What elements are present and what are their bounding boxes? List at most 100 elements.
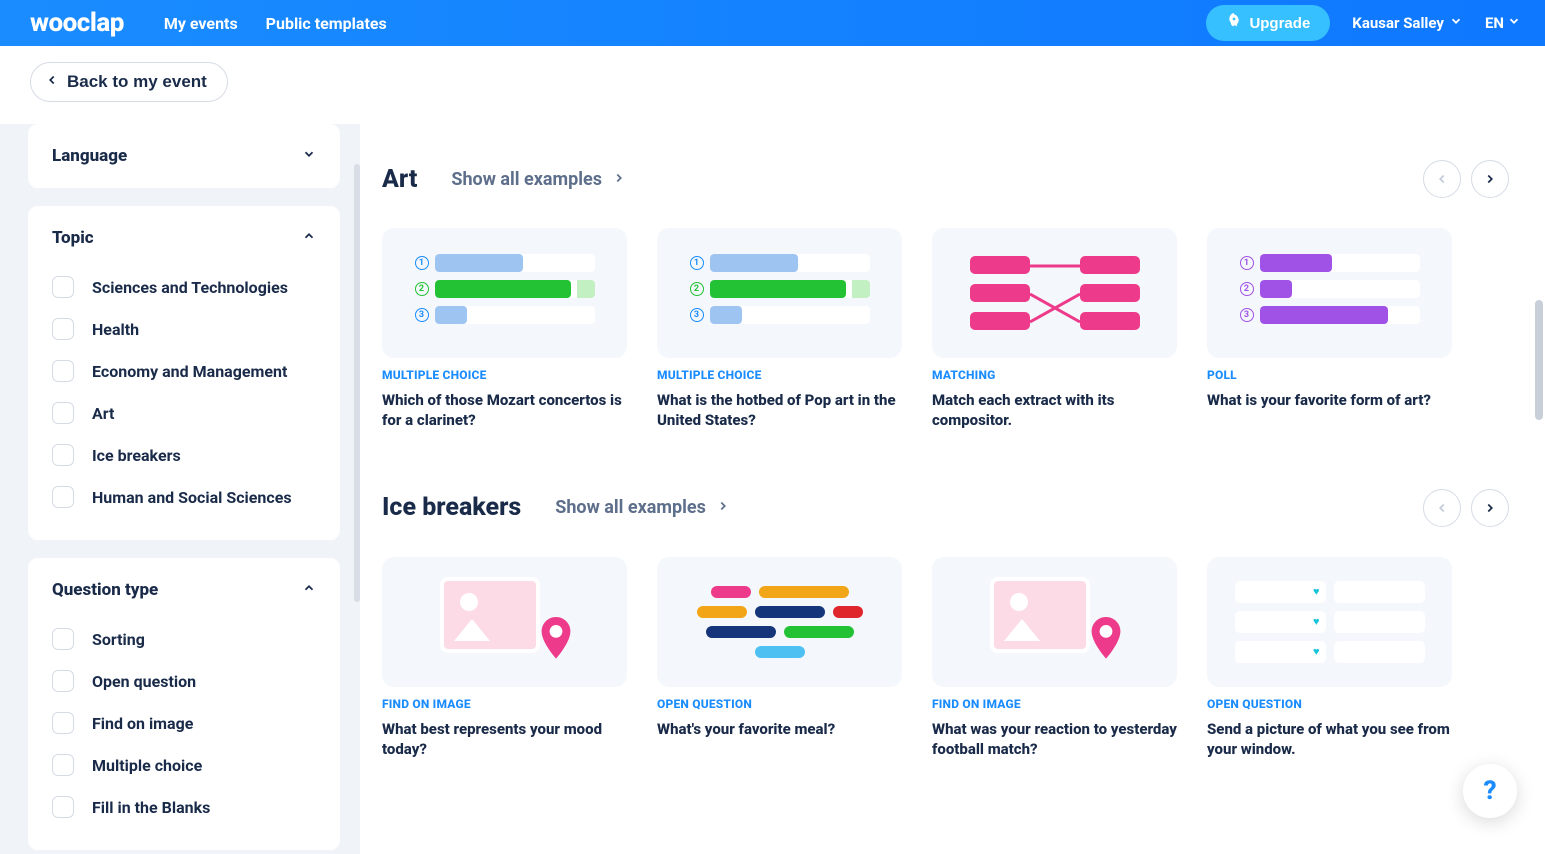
checkbox[interactable]	[52, 486, 74, 508]
help-button[interactable]: ?	[1463, 764, 1517, 818]
qtype-option[interactable]: Sorting	[52, 618, 316, 660]
template-card[interactable]: FIND ON IMAGE What best represents your …	[382, 557, 627, 760]
panel-question-type: Question type Sorting Open question Find…	[28, 558, 340, 850]
checkbox[interactable]	[52, 754, 74, 776]
panel-header-language[interactable]: Language	[52, 146, 316, 166]
section-title: Ice breakers	[382, 493, 521, 522]
card-tag: MULTIPLE CHOICE	[657, 368, 902, 382]
main: Language Topic Sciences and Technologies…	[0, 124, 1545, 854]
topic-option[interactable]: Human and Social Sciences	[52, 476, 316, 518]
checkbox[interactable]	[52, 670, 74, 692]
card-tag: MULTIPLE CHOICE	[382, 368, 627, 382]
chevron-up-icon	[302, 228, 316, 248]
checkbox[interactable]	[52, 276, 74, 298]
template-card[interactable]: MATCHING Match each extract with its com…	[932, 228, 1177, 431]
section-title: Art	[382, 165, 417, 194]
chevron-up-icon	[302, 580, 316, 600]
card-title: Send a picture of what you see from your…	[1207, 719, 1452, 760]
template-card[interactable]: ♥ ♥ ♥ OPEN QUESTION Send a picture of wh…	[1207, 557, 1452, 760]
card-title: What was your reaction to yesterday foot…	[932, 719, 1177, 760]
template-card[interactable]: FIND ON IMAGE What was your reaction to …	[932, 557, 1177, 760]
nav-public-templates[interactable]: Public templates	[266, 14, 387, 33]
panel-body-question-type: Sorting Open question Find on image Mult…	[52, 618, 316, 828]
topic-option[interactable]: Ice breakers	[52, 434, 316, 476]
panel-title: Topic	[52, 228, 94, 248]
card-thumb-find-on-image	[932, 557, 1177, 687]
carousel-nav	[1423, 160, 1509, 198]
card-thumb-multiple-choice: 1 2 3	[657, 228, 902, 358]
checkbox[interactable]	[52, 444, 74, 466]
back-row: Back to my event	[0, 46, 1545, 124]
card-row-art: 1 2 3 MULTIPLE CHOICE Which of those Moz…	[382, 228, 1509, 431]
template-card[interactable]: 1 2 3 MULTIPLE CHOICE What is the hotbed…	[657, 228, 902, 431]
card-row-ice-breakers: FIND ON IMAGE What best represents your …	[382, 557, 1509, 760]
topic-label: Sciences and Technologies	[92, 278, 288, 297]
panel-title: Question type	[52, 580, 158, 600]
qtype-label: Open question	[92, 672, 196, 691]
card-tag: FIND ON IMAGE	[382, 697, 627, 711]
card-thumb-multiple-choice: 1 2 3	[382, 228, 627, 358]
panel-title: Language	[52, 146, 127, 166]
card-title: Which of those Mozart concertos is for a…	[382, 390, 627, 431]
topic-option[interactable]: Sciences and Technologies	[52, 266, 316, 308]
checkbox[interactable]	[52, 360, 74, 382]
qtype-option[interactable]: Open question	[52, 660, 316, 702]
topic-option[interactable]: Economy and Management	[52, 350, 316, 392]
heart-icon: ♥	[1313, 585, 1320, 598]
upgrade-button[interactable]: Upgrade	[1206, 5, 1330, 41]
card-title: What best represents your mood today?	[382, 719, 627, 760]
card-thumb-poll: 1 2 3	[1207, 228, 1452, 358]
carousel-next-button[interactable]	[1471, 160, 1509, 198]
show-all-link[interactable]: Show all examples	[555, 497, 730, 518]
qtype-option[interactable]: Multiple choice	[52, 744, 316, 786]
card-thumb-find-on-image	[382, 557, 627, 687]
nav-my-events[interactable]: My events	[164, 14, 238, 33]
user-menu[interactable]: Kausar Salley	[1352, 14, 1463, 32]
content-scrollbar[interactable]	[1535, 300, 1543, 420]
chevron-left-icon	[45, 72, 59, 92]
card-tag: POLL	[1207, 368, 1452, 382]
card-tag: OPEN QUESTION	[657, 697, 902, 711]
panel-header-topic[interactable]: Topic	[52, 228, 316, 248]
language-menu[interactable]: EN	[1485, 14, 1521, 32]
panel-body-topic: Sciences and Technologies Health Economy…	[52, 266, 316, 518]
topic-option[interactable]: Health	[52, 308, 316, 350]
template-card[interactable]: OPEN QUESTION What's your favorite meal?	[657, 557, 902, 760]
checkbox[interactable]	[52, 712, 74, 734]
section-head-art: Art Show all examples	[382, 160, 1509, 198]
carousel-next-button[interactable]	[1471, 489, 1509, 527]
qtype-option[interactable]: Fill in the Blanks	[52, 786, 316, 828]
qtype-label: Multiple choice	[92, 756, 202, 775]
checkbox[interactable]	[52, 318, 74, 340]
sidebar: Language Topic Sciences and Technologies…	[0, 124, 354, 854]
panel-header-question-type[interactable]: Question type	[52, 580, 316, 600]
card-thumb-open-question: ♥ ♥ ♥	[1207, 557, 1452, 687]
qtype-option[interactable]: Find on image	[52, 702, 316, 744]
topic-option[interactable]: Art	[52, 392, 316, 434]
qtype-label: Sorting	[92, 630, 145, 649]
checkbox[interactable]	[52, 402, 74, 424]
checkbox[interactable]	[52, 796, 74, 818]
topbar: wooclap My events Public templates Upgra…	[0, 0, 1545, 46]
heart-icon: ♥	[1313, 645, 1320, 658]
upgrade-label: Upgrade	[1249, 15, 1310, 32]
chevron-right-icon	[716, 497, 730, 518]
topic-label: Health	[92, 320, 139, 339]
card-thumb-matching	[932, 228, 1177, 358]
show-all-link[interactable]: Show all examples	[451, 169, 626, 190]
pin-icon	[1086, 617, 1126, 669]
heart-icon: ♥	[1313, 615, 1320, 628]
panel-topic: Topic Sciences and Technologies Health E…	[28, 206, 340, 540]
carousel-prev-button[interactable]	[1423, 489, 1461, 527]
template-card[interactable]: 1 2 3 POLL What is your favorite form of…	[1207, 228, 1452, 431]
carousel-nav	[1423, 489, 1509, 527]
content: Art Show all examples	[360, 124, 1545, 854]
card-tag: MATCHING	[932, 368, 1177, 382]
template-card[interactable]: 1 2 3 MULTIPLE CHOICE Which of those Moz…	[382, 228, 627, 431]
checkbox[interactable]	[52, 628, 74, 650]
carousel-prev-button[interactable]	[1423, 160, 1461, 198]
back-button[interactable]: Back to my event	[30, 62, 228, 102]
card-title: What is the hotbed of Pop art in the Uni…	[657, 390, 902, 431]
logo[interactable]: wooclap	[30, 8, 124, 38]
card-tag: OPEN QUESTION	[1207, 697, 1452, 711]
